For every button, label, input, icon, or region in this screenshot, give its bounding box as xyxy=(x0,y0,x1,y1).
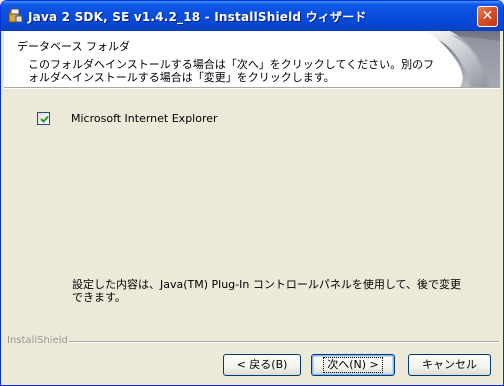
page-title: データベース フォルダ xyxy=(17,40,130,53)
next-button[interactable]: 次へ(N) > xyxy=(311,354,395,376)
note-line-2: できます。 xyxy=(72,291,126,304)
info-note: 設定した内容は、Java(TM) Plug-In コントロールパネルを使用して、… xyxy=(72,278,461,304)
title-bar[interactable]: Java 2 SDK, SE v1.4.2_18 - InstallShield… xyxy=(1,1,503,31)
installshield-brand: InstallShield xyxy=(7,335,68,346)
page-description: このフォルダへインストールする場合は「次へ」をクリックしてください。別のフ ォル… xyxy=(28,58,435,84)
description-line-2: ォルダへインストールする場合は「変更」をクリックします。 xyxy=(28,71,335,84)
back-button-label: < 戻る(B) xyxy=(236,358,288,371)
checkmark-icon xyxy=(40,115,49,123)
close-icon: ✕ xyxy=(481,8,494,24)
close-button[interactable]: ✕ xyxy=(477,6,498,27)
cancel-button[interactable]: キャンセル xyxy=(408,354,491,376)
installer-icon xyxy=(7,8,23,24)
footer-divider xyxy=(69,341,499,343)
ie-checkbox[interactable] xyxy=(37,112,50,125)
installer-window: Java 2 SDK, SE v1.4.2_18 - InstallShield… xyxy=(0,0,504,386)
back-button[interactable]: < 戻る(B) xyxy=(223,354,301,376)
ie-checkbox-label[interactable]: Microsoft Internet Explorer xyxy=(71,112,218,125)
description-line-1: このフォルダへインストールする場合は「次へ」をクリックしてください。別のフ xyxy=(28,58,435,71)
header-divider xyxy=(4,87,500,89)
next-button-label: 次へ(N) > xyxy=(323,357,383,373)
cancel-button-label: キャンセル xyxy=(422,358,477,371)
header-panel: データベース フォルダ このフォルダへインストールする場合は「次へ」をクリックし… xyxy=(4,31,500,87)
header-graphic-icon xyxy=(390,31,500,87)
note-line-1: 設定した内容は、Java(TM) Plug-In コントロールパネルを使用して、… xyxy=(72,278,461,291)
window-title: Java 2 SDK, SE v1.4.2_18 - InstallShield… xyxy=(28,10,367,24)
